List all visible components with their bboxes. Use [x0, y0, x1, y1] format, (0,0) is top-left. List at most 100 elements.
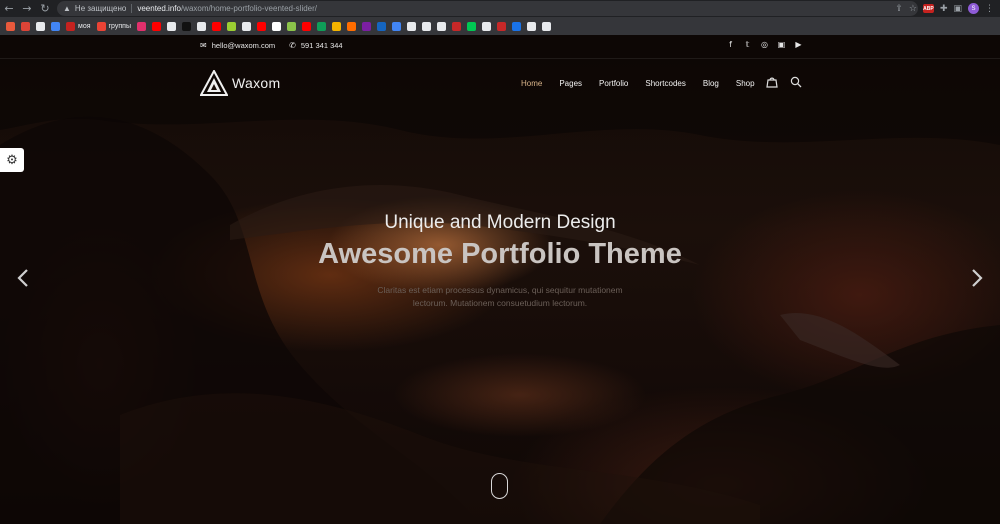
search-icon[interactable]: [790, 76, 802, 88]
share-icon[interactable]: ⇪: [895, 4, 903, 14]
bookmark-favicon-icon: [211, 21, 221, 31]
bookmark-item[interactable]: группы: [96, 21, 131, 31]
bookmark-favicon-icon: [226, 21, 236, 31]
email-text[interactable]: hello@waxom.com: [212, 41, 275, 50]
bookmark-item[interactable]: [451, 21, 461, 31]
bookmark-item[interactable]: [361, 21, 371, 31]
bookmark-favicon-icon: [406, 21, 416, 31]
bookmark-item[interactable]: [6, 21, 15, 31]
bookmark-item[interactable]: [196, 21, 206, 31]
menu-blog[interactable]: Blog: [703, 79, 719, 88]
bookmark-favicon-icon: [346, 21, 356, 31]
bookmark-favicon-icon: [166, 21, 176, 31]
bookmark-item[interactable]: [391, 21, 401, 31]
bookmark-item[interactable]: [466, 21, 476, 31]
extensions-icon[interactable]: ✚: [940, 4, 948, 14]
bookmark-item[interactable]: [526, 21, 536, 31]
main-navigation: Home Pages Portfolio Shortcodes Blog Sho…: [521, 79, 755, 88]
reload-icon[interactable]: ↻: [36, 0, 54, 17]
bookmark-favicon-icon: [421, 21, 431, 31]
bookmark-item[interactable]: [301, 21, 311, 31]
bookmark-favicon-icon: [376, 21, 386, 31]
youtube-icon[interactable]: ▶: [794, 40, 803, 49]
bookmark-item[interactable]: [136, 21, 146, 31]
bookmark-label: группы: [108, 22, 131, 30]
shopping-bag-icon[interactable]: [766, 76, 778, 88]
bookmark-item[interactable]: [51, 21, 60, 31]
bookmark-item[interactable]: [256, 21, 266, 31]
bookmark-item[interactable]: [21, 21, 30, 31]
bookmark-favicon-icon: [541, 21, 551, 31]
menu-icons: [766, 76, 802, 88]
bookmark-item[interactable]: [406, 21, 416, 31]
forward-icon[interactable]: →: [18, 0, 36, 17]
star-icon[interactable]: ☆: [909, 4, 917, 14]
slide-subtitle: Unique and Modern Design: [384, 212, 616, 233]
menu-home[interactable]: Home: [521, 79, 542, 88]
chevron-left-icon[interactable]: [16, 268, 30, 288]
vimeo-icon[interactable]: ▣: [777, 40, 786, 49]
scroll-down-mouse-icon[interactable]: [491, 473, 508, 499]
adblock-extension-icon[interactable]: ABP: [922, 4, 934, 13]
url-path: /waxom/home-portfolio-veented-slider/: [180, 4, 318, 13]
social-links: f 𝕥 ◎ ▣ ▶: [726, 40, 803, 49]
bookmark-item[interactable]: [36, 21, 45, 31]
warning-icon[interactable]: ▲: [63, 4, 71, 13]
bookmark-favicon-icon: [316, 21, 326, 31]
slide-description: Claritas est etiam processus dynamicus, …: [355, 284, 645, 310]
bookmark-favicon-icon: [436, 21, 446, 31]
address-separator: [131, 4, 133, 13]
menu-shop[interactable]: Shop: [736, 79, 755, 88]
menu-shortcodes[interactable]: Shortcodes: [645, 79, 685, 88]
bookmark-favicon-icon: [136, 21, 146, 31]
bookmark-favicon-icon: [361, 21, 371, 31]
bookmark-item[interactable]: [181, 21, 191, 31]
facebook-icon[interactable]: f: [726, 40, 735, 49]
site-logo[interactable]: Waxom: [200, 70, 280, 96]
bookmarks-bar: моя группы: [0, 17, 1000, 35]
profile-avatar[interactable]: S: [968, 3, 979, 14]
bookmark-item[interactable]: [286, 21, 296, 31]
bookmark-item[interactable]: [346, 21, 356, 31]
bookmark-favicon-icon: [196, 21, 206, 31]
bookmark-item[interactable]: [211, 21, 221, 31]
bookmark-favicon-icon: [511, 21, 521, 31]
bookmark-item[interactable]: [376, 21, 386, 31]
bookmark-favicon-icon: [256, 21, 266, 31]
browser-right-tools: ⇪ ☆ ABP ✚ ▣ S ⋮: [895, 0, 994, 17]
bookmark-item[interactable]: [436, 21, 446, 31]
bookmark-item[interactable]: [541, 21, 551, 31]
bookmark-favicon-icon: [466, 21, 476, 31]
bookmark-item[interactable]: моя: [66, 21, 91, 31]
settings-gear-icon[interactable]: ⚙: [0, 148, 24, 172]
twitter-icon[interactable]: 𝕥: [743, 40, 752, 49]
bookmark-item[interactable]: [331, 21, 341, 31]
bookmark-item[interactable]: [496, 21, 506, 31]
side-panel-icon[interactable]: ▣: [953, 4, 962, 14]
bookmark-item[interactable]: [241, 21, 251, 31]
bookmark-item[interactable]: [151, 21, 161, 31]
contact-info: ✉ hello@waxom.com ✆ 591 341 344: [200, 41, 343, 50]
bookmark-item[interactable]: [226, 21, 236, 31]
dribbble-icon[interactable]: ◎: [760, 40, 769, 49]
address-bar[interactable]: ▲ Не защищено veented.info/waxom/home-po…: [57, 1, 918, 16]
chevron-right-icon[interactable]: [970, 268, 984, 288]
slide-title: Awesome Portfolio Theme: [318, 238, 682, 270]
envelope-icon: ✉: [200, 41, 207, 50]
browser-menu-icon[interactable]: ⋮: [985, 4, 994, 14]
bookmark-favicon-icon: [96, 21, 106, 31]
menu-portfolio[interactable]: Portfolio: [599, 79, 628, 88]
hero-slider: ✉ hello@waxom.com ✆ 591 341 344 f 𝕥 ◎ ▣ …: [0, 35, 1000, 524]
bookmark-item[interactable]: [316, 21, 326, 31]
bookmark-item[interactable]: [271, 21, 281, 31]
bookmark-label: моя: [78, 22, 91, 30]
bookmark-item[interactable]: [511, 21, 521, 31]
email-item[interactable]: ✉ hello@waxom.com: [200, 41, 275, 50]
menu-pages[interactable]: Pages: [559, 79, 582, 88]
bookmark-item[interactable]: [421, 21, 431, 31]
security-label[interactable]: Не защищено: [75, 4, 126, 13]
bookmark-item[interactable]: [166, 21, 176, 31]
bookmark-item[interactable]: [481, 21, 491, 31]
bookmark-favicon-icon: [6, 21, 15, 31]
back-icon[interactable]: ←: [0, 0, 18, 17]
